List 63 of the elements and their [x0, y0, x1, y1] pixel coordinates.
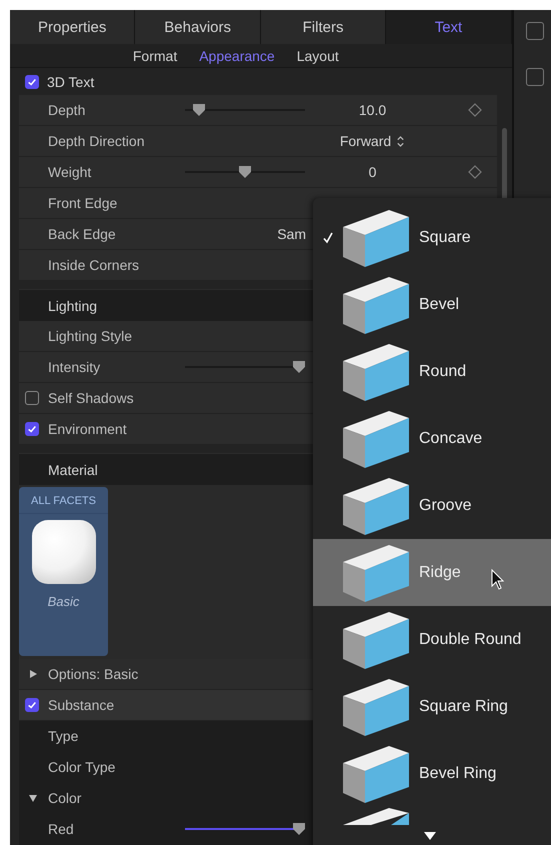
menu-item[interactable]: Double Round: [313, 606, 551, 673]
value-text[interactable]: 0: [310, 164, 435, 180]
row-label: Self Shadows: [48, 390, 135, 406]
slider-thumb[interactable]: [239, 166, 251, 178]
checkbox[interactable]: [25, 422, 39, 436]
material-swatch: [32, 520, 96, 584]
row-label: Inside Corners: [48, 257, 140, 273]
menu-item[interactable]: Bevel Ring: [313, 740, 551, 807]
tab[interactable]: Behaviors: [135, 10, 261, 44]
row-label: Back Edge: [48, 226, 117, 242]
slider-thumb[interactable]: [293, 361, 305, 373]
row-label: Weight: [48, 164, 92, 180]
row-label: Front Edge: [48, 195, 118, 211]
row-label: Type: [48, 728, 80, 744]
row-label: Depth: [48, 102, 86, 118]
disclosure-triangle-icon[interactable]: [28, 793, 38, 803]
section-label: 3D Text: [47, 74, 94, 90]
material-name: Basic: [48, 594, 80, 609]
checkbox[interactable]: [25, 391, 39, 405]
card-heading: ALL FACETS: [19, 487, 108, 514]
checkmark-icon: [27, 76, 37, 86]
material-card[interactable]: ALL FACETS Basic: [19, 487, 108, 656]
slider-thumb[interactable]: [193, 104, 206, 116]
checkbox[interactable]: [25, 698, 39, 712]
row-label: Lighting Style: [48, 328, 134, 344]
row-label: Environment: [48, 421, 128, 437]
menu-item[interactable]: Square: [313, 204, 551, 271]
popup-menu[interactable]: Forward: [310, 133, 435, 149]
tab[interactable]: Appearance: [195, 44, 279, 67]
keyframe-diamond-icon[interactable]: [468, 165, 482, 179]
tab[interactable]: Format: [128, 44, 182, 67]
row-label: Intensity: [48, 359, 102, 375]
stepper-icon: [396, 134, 406, 148]
disclosure-triangle-icon[interactable]: [28, 669, 38, 679]
checkbox[interactable]: [526, 22, 544, 40]
tab[interactable]: Filters: [260, 10, 386, 44]
scroll-down-arrow-icon[interactable]: [422, 831, 436, 841]
tab[interactable]: Layout: [292, 44, 343, 67]
scrollbar[interactable]: [502, 128, 507, 200]
slider[interactable]: [185, 104, 305, 116]
row-label: Options: Basic: [48, 666, 140, 682]
keyframe-diamond-icon[interactable]: [468, 103, 482, 117]
menu-item[interactable]: Round: [313, 338, 551, 405]
slider[interactable]: [185, 823, 305, 835]
checkbox[interactable]: [25, 74, 39, 88]
tab[interactable]: Properties: [10, 10, 136, 44]
value-text[interactable]: 10.0: [310, 102, 435, 118]
row-label: Color: [48, 790, 82, 806]
checkmark-icon: [27, 700, 37, 710]
slider-thumb[interactable]: [293, 823, 305, 835]
row-label: Substance: [48, 697, 116, 713]
row-label: Red: [48, 821, 75, 837]
row-label: Color Type: [48, 759, 116, 775]
menu-item[interactable]: Square Ring: [313, 673, 551, 740]
cursor-icon: [491, 569, 505, 591]
slider[interactable]: [185, 166, 305, 178]
slider[interactable]: [185, 361, 305, 373]
menu-item[interactable]: Ridge: [313, 539, 551, 606]
box-icon: [341, 807, 411, 825]
checkbox[interactable]: [526, 68, 544, 86]
checkmark-icon: [27, 424, 37, 434]
row-label: Depth Direction: [48, 133, 146, 149]
popup-menu[interactable]: Sam: [277, 226, 306, 242]
